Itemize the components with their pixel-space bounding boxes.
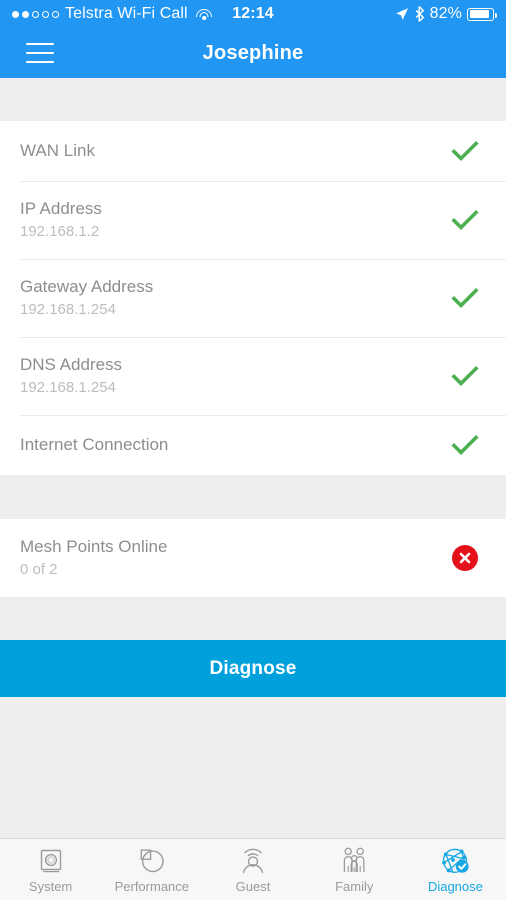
tab-label: Family <box>335 878 374 894</box>
diagnose-button[interactable]: Diagnose <box>0 640 506 697</box>
location-arrow-icon <box>395 7 409 21</box>
signal-strength-dots <box>12 10 59 18</box>
nav-bar: Josephine <box>0 28 506 78</box>
row-title: DNS Address <box>20 355 123 374</box>
signal-dot <box>52 10 59 18</box>
hamburger-menu-icon[interactable] <box>26 43 54 63</box>
section-spacer <box>0 475 506 519</box>
app-root: Telstra Wi-Fi Call 12:14 82% Josephine W… <box>0 0 506 900</box>
tab-label: Performance <box>114 878 190 894</box>
status-ok-check-icon <box>450 283 480 313</box>
row-texts: DNS Address 192.168.1.254 <box>20 354 450 398</box>
status-error-x-icon <box>452 545 478 571</box>
tab-label: Diagnose <box>427 878 483 894</box>
tab-bar: System Performance Guest Family Diagnose <box>0 838 506 900</box>
table-row[interactable]: Mesh Points Online 0 of 2 <box>0 519 506 597</box>
signal-dot <box>32 10 39 18</box>
row-texts: WAN Link <box>20 140 450 162</box>
bluetooth-icon <box>414 6 425 22</box>
table-row[interactable]: IP Address 192.168.1.2 <box>0 181 506 259</box>
table-row[interactable]: Internet Connection <box>0 415 506 475</box>
table-row[interactable]: WAN Link <box>0 121 506 181</box>
tab-family[interactable]: Family <box>304 839 405 900</box>
tab-label: Guest <box>235 878 271 894</box>
tab-performance[interactable]: Performance <box>101 839 202 900</box>
table-row[interactable]: DNS Address 192.168.1.254 <box>0 337 506 415</box>
tab-system[interactable]: System <box>0 839 101 900</box>
performance-pie-icon <box>137 846 167 876</box>
row-title: Mesh Points Online <box>20 537 168 556</box>
row-title: WAN Link <box>20 141 95 160</box>
row-texts: Mesh Points Online 0 of 2 <box>20 536 452 580</box>
status-ok-check-icon <box>450 430 480 460</box>
status-bar-left: Telstra Wi-Fi Call <box>12 5 213 23</box>
main-content: WAN Link IP Address 192.168.1.2 Gateway … <box>0 78 506 838</box>
system-icon <box>36 846 66 876</box>
page-title: Josephine <box>202 41 304 64</box>
tab-diagnose[interactable]: Diagnose <box>405 839 506 900</box>
carrier-label: Telstra Wi-Fi Call <box>65 5 188 22</box>
status-bar-right: 82% <box>395 5 497 23</box>
family-icon <box>339 846 369 876</box>
status-list-section: WAN Link IP Address 192.168.1.2 Gateway … <box>0 121 506 475</box>
tab-guest[interactable]: Guest <box>202 839 303 900</box>
row-value: 0 of 2 <box>20 561 58 578</box>
row-title: IP Address <box>20 199 102 218</box>
wifi-icon <box>196 7 213 21</box>
diagnose-network-icon <box>439 846 471 876</box>
row-value: 192.168.1.2 <box>20 223 100 240</box>
row-title: Internet Connection <box>20 435 169 454</box>
section-spacer <box>0 78 506 121</box>
status-ok-check-icon <box>450 361 480 391</box>
mesh-section: Mesh Points Online 0 of 2 <box>0 519 506 597</box>
battery-icon <box>467 7 497 21</box>
row-texts: Internet Connection <box>20 434 450 456</box>
table-row[interactable]: Gateway Address 192.168.1.254 <box>0 259 506 337</box>
bottom-spacer <box>0 697 506 838</box>
signal-dot <box>42 10 49 18</box>
status-bar: Telstra Wi-Fi Call 12:14 82% <box>0 0 506 28</box>
row-texts: IP Address 192.168.1.2 <box>20 198 450 242</box>
row-value: 192.168.1.254 <box>20 301 116 318</box>
row-value: 192.168.1.254 <box>20 379 116 396</box>
signal-dot <box>22 10 29 18</box>
battery-percent-label: 82% <box>429 5 462 22</box>
section-spacer <box>0 597 506 640</box>
guest-user-icon <box>238 846 268 876</box>
status-ok-check-icon <box>450 205 480 235</box>
signal-dot <box>12 10 19 18</box>
status-ok-check-icon <box>450 136 480 166</box>
row-title: Gateway Address <box>20 277 154 296</box>
tab-label: System <box>28 878 73 894</box>
row-texts: Gateway Address 192.168.1.254 <box>20 276 450 320</box>
